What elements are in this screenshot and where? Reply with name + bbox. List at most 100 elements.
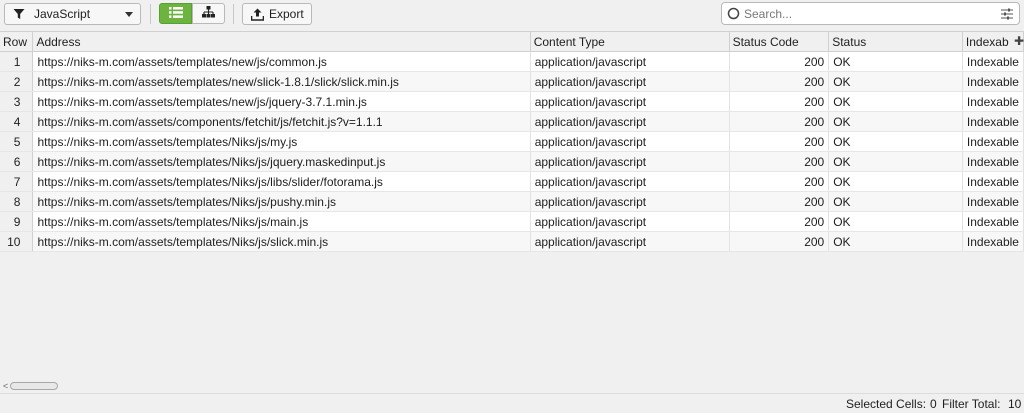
table-row[interactable]: 7 https://niks-m.com/assets/templates/Ni… bbox=[0, 171, 1024, 192]
content-type-cell[interactable]: application/javascript bbox=[530, 71, 730, 92]
results-table: Row Address Content Type Status Code Sta… bbox=[0, 31, 1024, 252]
status-code-cell[interactable]: 200 bbox=[729, 231, 830, 252]
indexability-cell[interactable]: Indexable bbox=[962, 91, 1024, 112]
search-field[interactable] bbox=[721, 2, 1020, 25]
column-header-row[interactable]: Row bbox=[0, 31, 34, 52]
table-header-row: Row Address Content Type Status Code Sta… bbox=[0, 31, 1024, 52]
content-type-cell[interactable]: application/javascript bbox=[530, 231, 730, 252]
content-type-cell[interactable]: application/javascript bbox=[530, 191, 730, 212]
scrollbar-thumb[interactable] bbox=[10, 382, 58, 390]
status-cell[interactable]: OK bbox=[828, 151, 963, 172]
status-bar: Selected Cells: 0 Filter Total: 10 bbox=[0, 393, 1024, 413]
indexability-cell[interactable]: Indexable bbox=[962, 71, 1024, 92]
search-icon bbox=[727, 7, 740, 20]
content-type-cell[interactable]: application/javascript bbox=[530, 131, 730, 152]
address-cell[interactable]: https://niks-m.com/assets/templates/Niks… bbox=[32, 131, 531, 152]
status-code-cell[interactable]: 200 bbox=[729, 211, 830, 232]
content-type-cell[interactable]: application/javascript bbox=[530, 151, 730, 172]
table-row[interactable]: 3 https://niks-m.com/assets/templates/ne… bbox=[0, 91, 1024, 112]
toolbar-divider bbox=[150, 4, 151, 24]
column-header-status[interactable]: Status bbox=[828, 31, 963, 52]
address-cell[interactable]: https://niks-m.com/assets/templates/Niks… bbox=[32, 171, 531, 192]
status-cell[interactable]: OK bbox=[828, 171, 963, 192]
search-options-icon[interactable] bbox=[1001, 8, 1013, 20]
column-header-content-type[interactable]: Content Type bbox=[530, 31, 730, 52]
scroll-left-icon[interactable]: < bbox=[3, 381, 8, 391]
indexability-cell[interactable]: Indexable bbox=[962, 151, 1024, 172]
status-code-cell[interactable]: 200 bbox=[729, 131, 830, 152]
status-code-cell[interactable]: 200 bbox=[729, 171, 830, 192]
filter-total-count: 10 bbox=[1008, 397, 1022, 411]
status-code-cell[interactable]: 200 bbox=[729, 151, 830, 172]
status-code-cell[interactable]: 200 bbox=[729, 191, 830, 212]
search-input[interactable] bbox=[744, 6, 994, 21]
table-row[interactable]: 2 https://niks-m.com/assets/templates/ne… bbox=[0, 71, 1024, 92]
indexability-cell[interactable]: Indexable bbox=[962, 51, 1024, 72]
status-cell[interactable]: OK bbox=[828, 191, 963, 212]
selected-cells-count: 0 bbox=[930, 397, 937, 411]
indexability-cell[interactable]: Indexable bbox=[962, 231, 1024, 252]
indexability-cell[interactable]: Indexable bbox=[962, 131, 1024, 152]
address-cell[interactable]: https://niks-m.com/assets/templates/Niks… bbox=[32, 231, 531, 252]
filter-total-label: Filter Total: bbox=[942, 397, 1001, 411]
tree-view-button[interactable] bbox=[192, 3, 225, 24]
status-cell[interactable]: OK bbox=[828, 131, 963, 152]
status-cell[interactable]: OK bbox=[828, 111, 963, 132]
address-cell[interactable]: https://niks-m.com/assets/templates/Niks… bbox=[32, 211, 531, 232]
status-cell[interactable]: OK bbox=[828, 71, 963, 92]
status-code-cell[interactable]: 200 bbox=[729, 91, 830, 112]
row-number: 9 bbox=[0, 211, 34, 232]
toolbar: JavaScript Export bbox=[0, 0, 1024, 30]
status-code-cell[interactable]: 200 bbox=[729, 51, 830, 72]
table-row[interactable]: 10 https://niks-m.com/assets/templates/N… bbox=[0, 231, 1024, 252]
table-row[interactable]: 4 https://niks-m.com/assets/components/f… bbox=[0, 111, 1024, 132]
content-type-cell[interactable]: application/javascript bbox=[530, 111, 730, 132]
table-row[interactable]: 5 https://niks-m.com/assets/templates/Ni… bbox=[0, 131, 1024, 152]
indexability-cell[interactable]: Indexable bbox=[962, 211, 1024, 232]
indexability-cell[interactable]: Indexable bbox=[962, 111, 1024, 132]
row-number: 7 bbox=[0, 171, 34, 192]
address-cell[interactable]: https://niks-m.com/assets/templates/new/… bbox=[32, 51, 531, 72]
column-header-status-code[interactable]: Status Code bbox=[729, 31, 830, 52]
hierarchy-icon bbox=[202, 6, 215, 21]
address-cell[interactable]: https://niks-m.com/assets/templates/new/… bbox=[32, 91, 531, 112]
column-header-address[interactable]: Address bbox=[32, 31, 531, 52]
row-number: 8 bbox=[0, 191, 34, 212]
row-number: 6 bbox=[0, 151, 34, 172]
table-row[interactable]: 8 https://niks-m.com/assets/templates/Ni… bbox=[0, 191, 1024, 212]
toolbar-divider bbox=[233, 4, 234, 24]
export-button[interactable]: Export bbox=[242, 3, 312, 25]
row-number: 1 bbox=[0, 51, 34, 72]
status-code-cell[interactable]: 200 bbox=[729, 71, 830, 92]
status-code-cell[interactable]: 200 bbox=[729, 111, 830, 132]
status-cell[interactable]: OK bbox=[828, 231, 963, 252]
row-number: 10 bbox=[0, 231, 34, 252]
horizontal-scrollbar[interactable]: < bbox=[0, 379, 1024, 393]
content-type-cell[interactable]: application/javascript bbox=[530, 91, 730, 112]
chevron-down-icon bbox=[125, 12, 133, 17]
table-row[interactable]: 1 https://niks-m.com/assets/templates/ne… bbox=[0, 51, 1024, 72]
filter-dropdown[interactable]: JavaScript bbox=[4, 3, 141, 25]
status-cell[interactable]: OK bbox=[828, 51, 963, 72]
indexability-cell[interactable]: Indexable bbox=[962, 171, 1024, 192]
address-cell[interactable]: https://niks-m.com/assets/templates/Niks… bbox=[32, 191, 531, 212]
row-number: 2 bbox=[0, 71, 34, 92]
status-cell[interactable]: OK bbox=[828, 211, 963, 232]
list-view-button[interactable] bbox=[159, 3, 192, 24]
table-row[interactable]: 6 https://niks-m.com/assets/templates/Ni… bbox=[0, 151, 1024, 172]
table-row[interactable]: 9 https://niks-m.com/assets/templates/Ni… bbox=[0, 211, 1024, 232]
add-column-icon[interactable]: ✚ bbox=[1014, 34, 1024, 48]
address-cell[interactable]: https://niks-m.com/assets/components/fet… bbox=[32, 111, 531, 132]
content-type-cell[interactable]: application/javascript bbox=[530, 211, 730, 232]
address-cell[interactable]: https://niks-m.com/assets/templates/new/… bbox=[32, 71, 531, 92]
indexability-cell[interactable]: Indexable bbox=[962, 191, 1024, 212]
export-button-label: Export bbox=[269, 7, 304, 21]
status-cell[interactable]: OK bbox=[828, 91, 963, 112]
selected-cells-label: Selected Cells: bbox=[846, 397, 927, 411]
filter-dropdown-label: JavaScript bbox=[34, 7, 91, 21]
content-type-cell[interactable]: application/javascript bbox=[530, 51, 730, 72]
row-number: 3 bbox=[0, 91, 34, 112]
filter-icon bbox=[13, 8, 25, 20]
address-cell[interactable]: https://niks-m.com/assets/templates/Niks… bbox=[32, 151, 531, 172]
content-type-cell[interactable]: application/javascript bbox=[530, 171, 730, 192]
